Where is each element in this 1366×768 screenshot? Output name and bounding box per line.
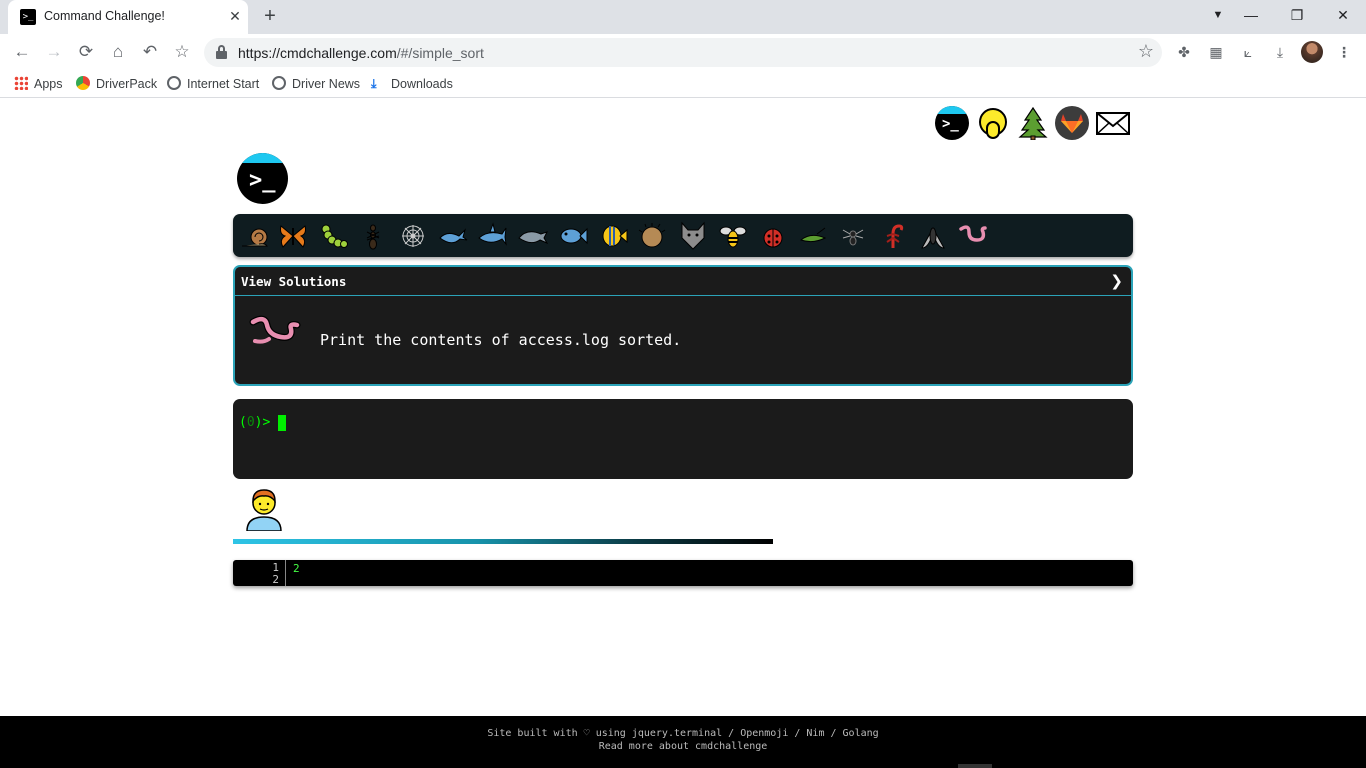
envelope-icon[interactable] <box>1095 106 1130 140</box>
bookmarks-bar: Apps DriverPack Internet Start Driver Ne… <box>0 70 1366 98</box>
menu-kebab-icon[interactable]: ⋮ <box>1334 42 1354 62</box>
line-number-gutter: 1 2 <box>233 560 286 586</box>
view-solutions-toggle[interactable]: View Solutions ❯ <box>235 267 1131 296</box>
apps-extension-icon[interactable]: ▦ <box>1206 42 1226 62</box>
bookmarks-star-icon[interactable]: ☆ <box>170 40 194 64</box>
level-selector-bar <box>233 214 1133 257</box>
whale-icon[interactable] <box>437 220 469 252</box>
evergreen-tree-icon[interactable] <box>1016 106 1050 141</box>
dolphin-icon[interactable] <box>517 220 549 252</box>
globe-icon <box>167 76 181 90</box>
spider-web-icon[interactable] <box>397 220 429 252</box>
ant-icon[interactable] <box>357 220 389 252</box>
browser-toolbar: ← → ⟳ ⌂ ↶ ☆ https://cmdchallenge.com/#/s… <box>0 34 1366 70</box>
horizontal-scrollbar[interactable] <box>958 764 992 768</box>
tab-close-icon[interactable]: ✕ <box>226 7 244 25</box>
terminal-input[interactable]: (0)> <box>233 399 1133 479</box>
fish-icon[interactable] <box>557 220 589 252</box>
chevron-right-icon[interactable]: ❯ <box>1110 272 1123 290</box>
face-with-hand-over-mouth-icon[interactable] <box>975 106 1009 140</box>
page-footer: Site built with ♡ using jquery.terminal … <box>0 716 1366 768</box>
progress-bar <box>233 539 773 544</box>
bookmark-driver-news[interactable]: Driver News <box>272 76 360 92</box>
terminal-prompt: (0)> <box>239 415 271 430</box>
terminal-cursor <box>278 415 286 431</box>
crop-icon[interactable]: ⟀ <box>1238 42 1258 62</box>
scorpion-icon[interactable] <box>877 220 909 252</box>
challenge-description: Print the contents of access.log sorted. <box>320 331 682 349</box>
gitlab-icon[interactable] <box>1055 106 1089 140</box>
worm-icon[interactable] <box>957 220 989 252</box>
bookmark-star-icon[interactable]: ☆ <box>1138 41 1154 62</box>
back-icon[interactable]: ← <box>10 40 34 64</box>
cmdchallenge-logo[interactable]: >_ <box>237 153 288 204</box>
close-window-button[interactable]: ✕ <box>1328 4 1358 26</box>
line-number: 2 <box>272 573 279 586</box>
editor-code[interactable]: 2 <box>293 562 300 575</box>
reload-icon[interactable]: ⟳ <box>74 40 98 64</box>
caterpillar-icon[interactable] <box>317 220 349 252</box>
browser-tab-strip: >_ Command Challenge! ✕ + ▼ — ❐ ✕ <box>0 0 1366 34</box>
bookmark-downloads[interactable]: ⤓ Downloads <box>371 76 453 92</box>
browser-tab[interactable]: >_ Command Challenge! ✕ <box>8 0 248 34</box>
person-avatar-icon <box>244 487 284 532</box>
extension-icon[interactable]: ✤ <box>1174 42 1194 62</box>
code-editor[interactable]: 1 2 2 <box>233 560 1133 586</box>
bee-icon[interactable] <box>717 220 749 252</box>
ladybug-icon[interactable] <box>757 220 789 252</box>
forward-icon[interactable]: → <box>42 40 66 64</box>
lock-icon[interactable] <box>216 45 227 59</box>
home-icon[interactable]: ⌂ <box>106 40 130 64</box>
globe-icon <box>272 76 286 90</box>
address-bar[interactable]: https://cmdchallenge.com/#/simple_sort ☆ <box>204 38 1162 67</box>
footer-read-more-link[interactable]: Read more about cmdchallenge <box>0 741 1366 752</box>
terminal-icon[interactable]: >_ <box>935 106 969 140</box>
tab-search-icon[interactable]: ▼ <box>1203 4 1233 26</box>
cricket-icon[interactable] <box>797 220 829 252</box>
url-text[interactable]: https://cmdchallenge.com/#/simple_sort <box>238 45 484 61</box>
new-tab-button[interactable]: + <box>259 5 281 27</box>
bookmark-driverpack[interactable]: DriverPack <box>76 76 157 92</box>
blowfish-icon[interactable] <box>636 220 668 252</box>
bookmark-internet-start[interactable]: Internet Start <box>167 76 259 92</box>
download-icon[interactable]: ⤓ <box>1270 42 1290 62</box>
tab-title: Command Challenge! <box>44 9 165 23</box>
view-solutions-label[interactable]: View Solutions <box>241 274 346 289</box>
snail-icon[interactable] <box>239 220 271 252</box>
wolf-icon[interactable] <box>677 220 709 252</box>
footer-credits[interactable]: Site built with ♡ using jquery.terminal … <box>0 728 1366 739</box>
spider-icon[interactable] <box>837 220 869 252</box>
tropical-fish-icon[interactable] <box>597 220 629 252</box>
maximize-button[interactable]: ❐ <box>1282 4 1312 26</box>
challenge-panel: View Solutions ❯ Print the contents of a… <box>233 265 1133 386</box>
page-content: >_ >_ View Solutions ❯ Print the content… <box>0 103 1366 716</box>
undo-icon[interactable]: ↶ <box>138 40 162 64</box>
apps-grid-icon <box>14 76 28 90</box>
worm-icon <box>247 313 303 353</box>
shark-icon[interactable] <box>476 220 508 252</box>
download-icon: ⤓ <box>371 77 377 91</box>
terminal-favicon-icon: >_ <box>20 9 36 25</box>
butterfly-icon[interactable] <box>277 220 309 252</box>
bookmark-apps[interactable]: Apps <box>14 76 63 92</box>
fly-icon[interactable] <box>917 220 949 252</box>
profile-avatar[interactable] <box>1301 41 1323 63</box>
driverpack-icon <box>76 76 90 90</box>
minimize-button[interactable]: — <box>1236 4 1266 26</box>
